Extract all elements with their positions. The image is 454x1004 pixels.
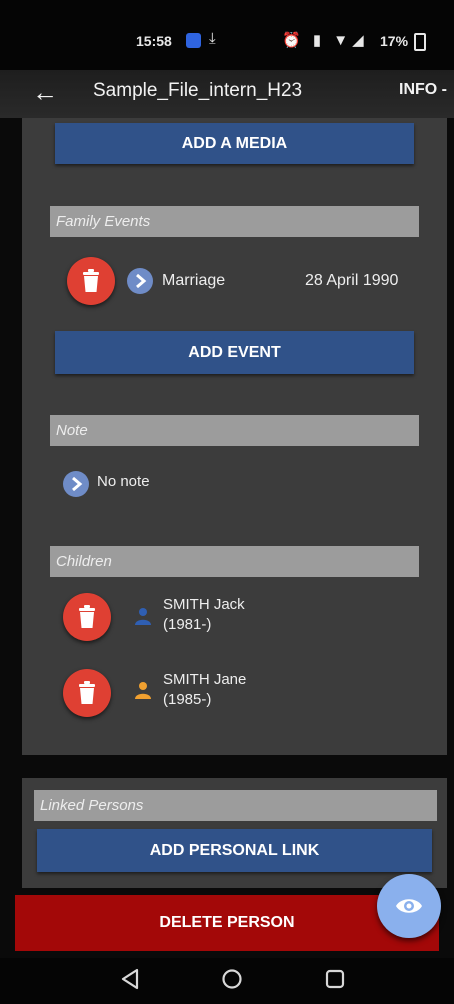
expand-note-button[interactable]: [63, 471, 89, 497]
add-media-button[interactable]: ADD A MEDIA: [55, 123, 414, 164]
chevron-right-icon: [136, 274, 147, 288]
system-status-icons: ⏰ ▮ ▼◢: [282, 32, 368, 49]
delete-child-button[interactable]: [63, 669, 111, 717]
download-done-icon: ⤓: [209, 30, 216, 47]
note-header: Note: [50, 415, 419, 446]
add-event-button[interactable]: ADD EVENT: [55, 331, 414, 374]
child-years: (1985-): [163, 691, 212, 708]
app-notification-icon: [186, 33, 201, 48]
eye-icon: [396, 899, 422, 913]
expand-event-button[interactable]: [127, 268, 153, 294]
battery-icon: [414, 33, 426, 51]
nav-back-icon[interactable]: [120, 968, 140, 990]
status-bar: 15:58 ⤓ ⏰ ▮ ▼◢ 17%: [0, 0, 454, 70]
add-personal-link-button[interactable]: ADD PERSONAL LINK: [37, 829, 432, 872]
trash-icon: [83, 269, 99, 292]
page-title: Sample_File_intern_H23: [93, 80, 303, 101]
family-events-header: Family Events: [50, 206, 419, 237]
view-fab-button[interactable]: [377, 874, 441, 938]
female-person-icon: [135, 682, 151, 699]
delete-child-button[interactable]: [63, 593, 111, 641]
arrow-left-icon[interactable]: ←: [32, 78, 58, 106]
family-panel: ADD A MEDIA Family Events Marriage 28 Ap…: [22, 118, 447, 755]
delete-person-button[interactable]: DELETE PERSON: [15, 895, 439, 951]
status-time: 15:58: [136, 33, 172, 49]
info-menu-button[interactable]: INFO -: [399, 81, 447, 99]
male-person-icon: [135, 608, 151, 625]
nav-recents-icon[interactable]: [325, 968, 345, 990]
trash-icon: [79, 605, 95, 628]
child-years: (1981-): [163, 616, 212, 633]
children-header: Children: [50, 546, 419, 577]
linked-persons-panel: Linked Persons ADD PERSONAL LINK: [22, 778, 447, 888]
linked-persons-header: Linked Persons: [34, 790, 437, 821]
event-date: 28 April 1990: [305, 272, 399, 289]
event-type: Marriage: [162, 272, 226, 289]
app-bar: ← Sample_File_intern_H23 INFO -: [0, 70, 454, 118]
system-nav-bar: [0, 958, 454, 1004]
battery-percent: 17%: [380, 33, 409, 49]
trash-icon: [79, 681, 95, 704]
child-name[interactable]: SMITH Jane: [163, 671, 246, 688]
note-text: No note: [97, 473, 150, 490]
nav-home-icon[interactable]: [221, 968, 243, 990]
chevron-right-icon: [72, 477, 83, 491]
delete-event-button[interactable]: [67, 257, 115, 305]
child-name[interactable]: SMITH Jack: [163, 596, 245, 613]
